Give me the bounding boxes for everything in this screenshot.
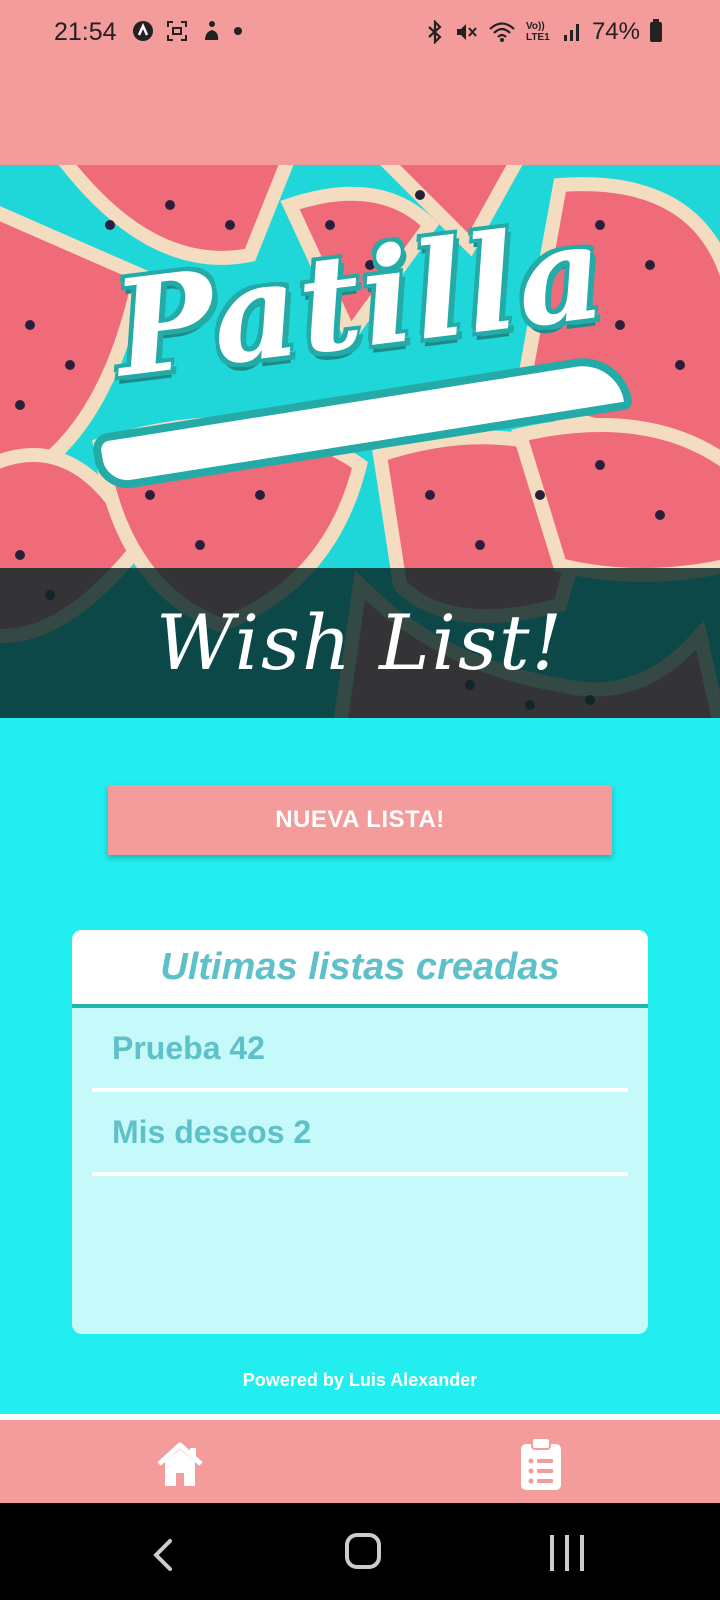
status-time: 21:54 <box>54 18 117 46</box>
bottom-nav <box>0 1414 720 1503</box>
system-navigation-bar <box>0 1503 720 1600</box>
wish-list-title: Wish List! <box>155 598 565 687</box>
more-notifications-dot <box>234 27 242 35</box>
mute-icon <box>456 24 477 40</box>
hero-banner: Patilla Wish List! <box>0 165 720 718</box>
recent-lists-card: Ultimas listas creadas Prueba 42 Mis des… <box>72 930 648 1334</box>
recent-lists-header: Ultimas listas creadas <box>72 930 648 1008</box>
wish-list-banner: Wish List! <box>0 568 720 718</box>
app-notification-icon <box>133 21 153 41</box>
battery-percent: 74% <box>591 18 640 45</box>
home-button-icon[interactable] <box>345 1533 381 1569</box>
home-icon[interactable] <box>155 1440 205 1490</box>
status-system-icons: Vo)) LTE1 74% <box>426 18 662 46</box>
recent-apps-icon[interactable] <box>550 1535 584 1571</box>
bluetooth-icon <box>428 20 442 44</box>
status-bar: 21:54 Vo)) LTE1 74% <box>0 0 720 165</box>
back-icon[interactable] <box>150 1537 178 1573</box>
status-notification-icons <box>132 20 242 42</box>
list-item[interactable]: Prueba 42 <box>92 1008 628 1092</box>
signal-icon <box>563 24 579 41</box>
screenshot-icon <box>167 21 187 41</box>
clipboard-list-icon[interactable] <box>519 1436 563 1492</box>
new-list-button[interactable]: NUEVA LISTA! <box>108 785 612 855</box>
recent-lists-title: Ultimas listas creadas <box>160 945 560 988</box>
wifi-icon <box>489 22 515 42</box>
powered-by-text: Powered by Luis Alexander <box>242 1370 478 1390</box>
network-label: Vo)) LTE1 <box>525 21 550 43</box>
accessibility-icon <box>205 21 219 40</box>
list-item[interactable]: Mis deseos 2 <box>92 1092 628 1176</box>
battery-icon <box>650 19 662 42</box>
